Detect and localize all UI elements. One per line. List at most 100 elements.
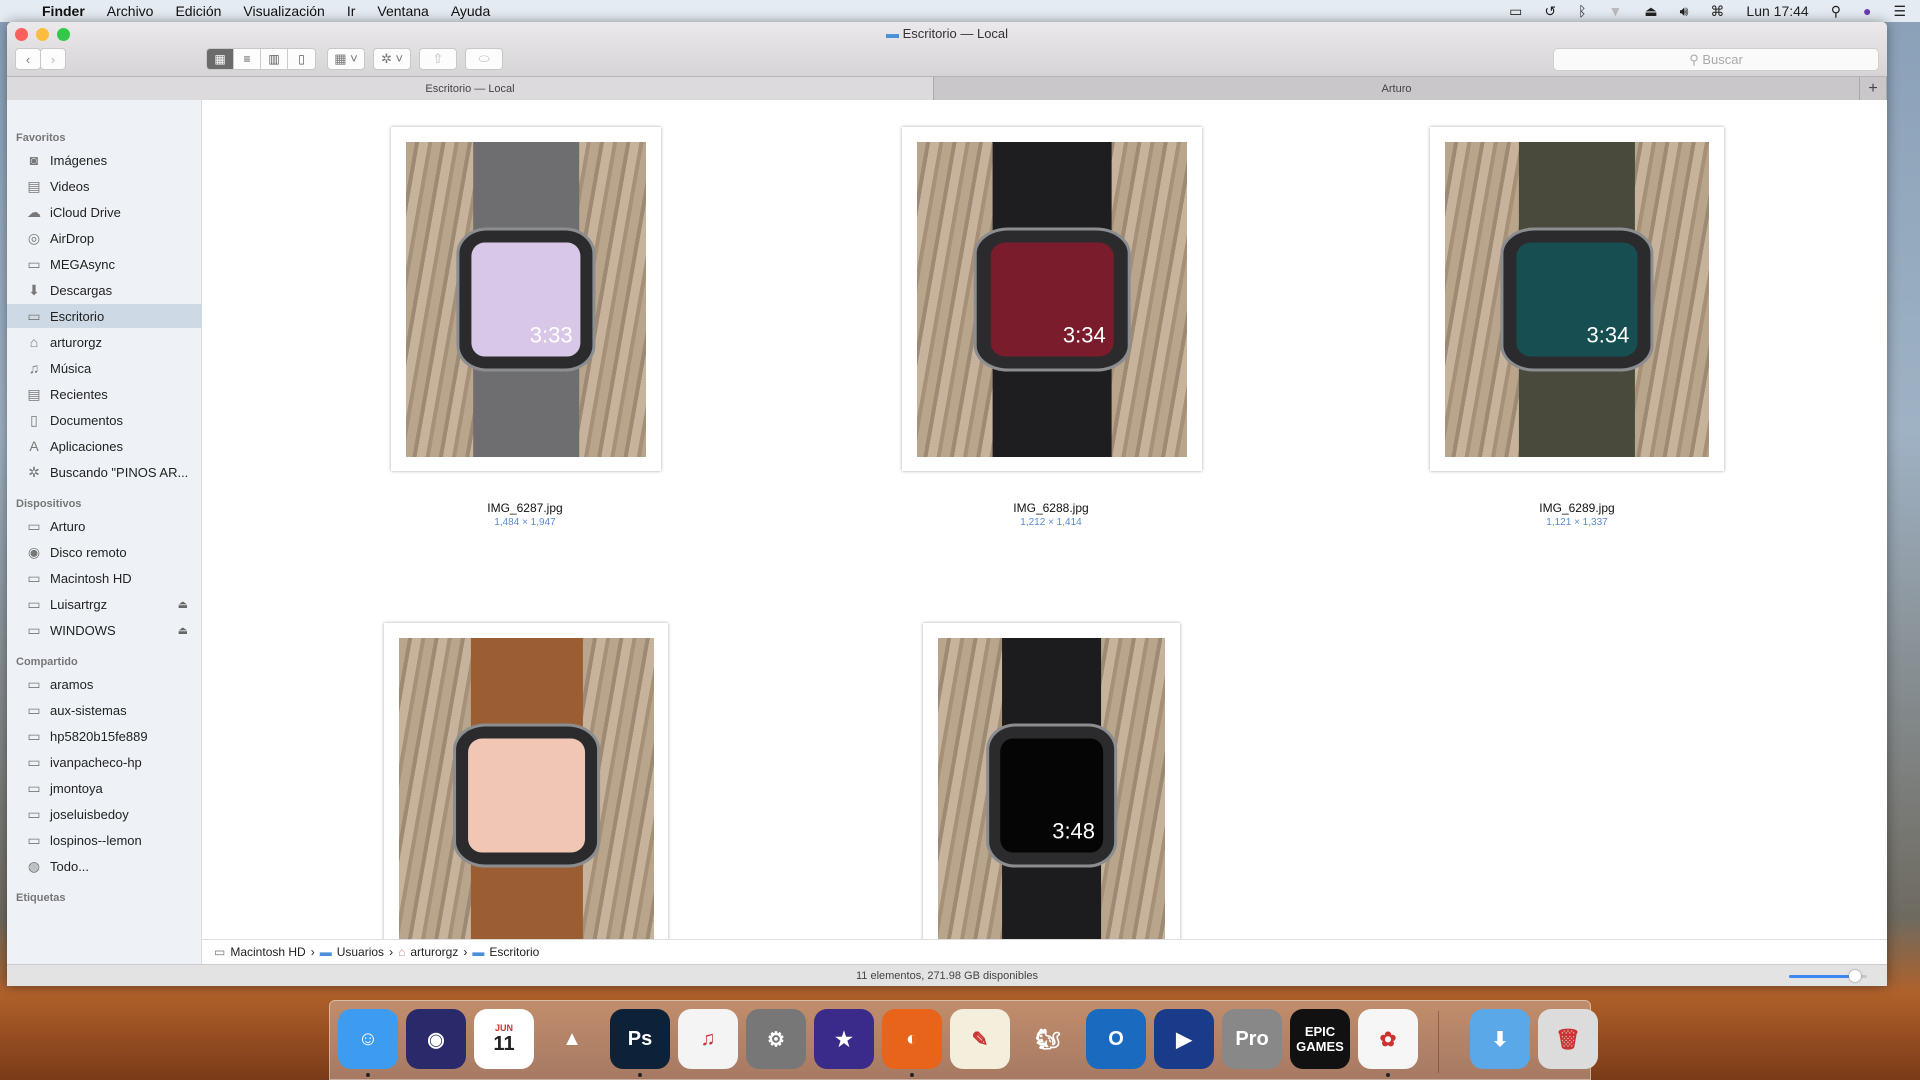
- file-dimensions: 1,212 × 1,414: [1020, 517, 1082, 528]
- home-icon: ⌂: [398, 945, 406, 959]
- dock-vlc[interactable]: ▲: [542, 1009, 602, 1069]
- folder-icon: ▬: [319, 945, 332, 959]
- dock-photoshop[interactable]: Ps: [610, 1009, 670, 1069]
- dock-trash[interactable]: 🗑: [1538, 1009, 1598, 1069]
- sidebar-item-arturorgz[interactable]: ⌂ arturorgz: [7, 330, 202, 354]
- sidebar-item-icloud-drive[interactable]: ☁ iCloud Drive: [7, 200, 202, 224]
- dock-siri[interactable]: ◉: [406, 1009, 466, 1069]
- sidebar-item-aplicaciones[interactable]: A Aplicaciones: [7, 434, 202, 458]
- file-name[interactable]: IMG_6289.jpg: [1427, 501, 1727, 515]
- back-button[interactable]: ‹: [15, 48, 41, 70]
- path-item[interactable]: Escritorio: [489, 945, 539, 959]
- sidebar-item-arturo[interactable]: ▭ Arturo: [7, 514, 202, 538]
- sidebar-item-recientes[interactable]: ▤ Recientes: [7, 382, 202, 406]
- sidebar-section-header: Dispositivos: [16, 498, 82, 510]
- dock-calendar[interactable]: JUN 11: [474, 1009, 534, 1069]
- dock-imovie[interactable]: ★: [814, 1009, 874, 1069]
- sidebar-item-escritorio[interactable]: ▭ Escritorio: [7, 304, 202, 328]
- sidebar-item-lospinos-lemon[interactable]: ▭ lospinos--lemon: [7, 828, 202, 852]
- sidebar-item-aux-sistemas[interactable]: ▭ aux-sistemas: [7, 698, 202, 722]
- sidebar-item-videos[interactable]: ▤ Videos: [7, 174, 202, 198]
- sidebar-item-megasync[interactable]: ▭ MEGAsync: [7, 252, 202, 276]
- disc-icon: ◉: [27, 543, 41, 560]
- sidebar-item-ivanpacheco-hp[interactable]: ▭ ivanpacheco-hp: [7, 750, 202, 774]
- icon-view-icon[interactable]: ▦: [207, 49, 234, 69]
- forward-button[interactable]: ›: [40, 48, 66, 70]
- keyboard-viewer-icon[interactable]: ⌘: [1710, 3, 1724, 20]
- path-item[interactable]: Usuarios: [337, 945, 384, 959]
- eject-icon[interactable]: ⏏: [1644, 3, 1657, 20]
- camera-icon: ◙: [29, 152, 39, 168]
- action-gear-button[interactable]: ✲ ˅: [373, 48, 411, 70]
- sidebar-item-windows[interactable]: ▭ WINDOWS ⏏: [7, 618, 202, 642]
- dock-google-earth-pro[interactable]: Pro: [1222, 1009, 1282, 1069]
- sidebar-item-hp5820b15fe889[interactable]: ▭ hp5820b15fe889: [7, 724, 202, 748]
- menu-ir[interactable]: Ir: [347, 3, 356, 19]
- sidebar-item-airdrop[interactable]: ◎ AirDrop: [7, 226, 202, 250]
- dock-screen-recorder[interactable]: ▶: [1154, 1009, 1214, 1069]
- file-dimensions: 1,121 × 1,337: [1546, 517, 1608, 528]
- new-tab-button[interactable]: +: [1860, 77, 1887, 100]
- tab-arturo[interactable]: Arturo: [934, 77, 1860, 100]
- sidebar-item-im-genes[interactable]: ◙ Imágenes: [7, 148, 202, 172]
- share-button[interactable]: ⇧: [419, 48, 457, 70]
- home-icon: ⌂: [29, 334, 39, 350]
- volume-icon[interactable]: 🔊︎: [1680, 3, 1689, 20]
- dock-squirrel-app[interactable]: 🐿: [1018, 1009, 1078, 1069]
- dock-icon-label: 🗑: [1555, 1028, 1581, 1051]
- wifi-icon[interactable]: ▼: [1608, 3, 1622, 19]
- tag-button[interactable]: ⬭: [465, 48, 503, 70]
- dock-pages[interactable]: ✎: [950, 1009, 1010, 1069]
- gallery-view-icon[interactable]: ▯: [288, 49, 315, 69]
- time-machine-icon[interactable]: ↺: [1544, 3, 1556, 20]
- file-name[interactable]: IMG_6288.jpg: [901, 501, 1201, 515]
- column-view-icon[interactable]: ▥: [261, 49, 288, 69]
- path-item[interactable]: arturorgz: [410, 945, 458, 959]
- sidebar-item-disco-remoto[interactable]: ◉ Disco remoto: [7, 540, 202, 564]
- menu-visualizacion[interactable]: Visualización: [243, 3, 324, 19]
- sidebar-item-aramos[interactable]: ▭ aramos: [7, 672, 202, 696]
- eject-icon[interactable]: ⏏: [178, 598, 188, 611]
- computer-icon: ▭: [27, 753, 41, 770]
- menu-ayuda[interactable]: Ayuda: [451, 3, 490, 19]
- dock-firefox[interactable]: ◐: [882, 1009, 942, 1069]
- watch-time: 3:48: [1052, 818, 1096, 844]
- sidebar-item-luisartrgz[interactable]: ▭ Luisartrgz ⏏: [7, 592, 202, 616]
- bluetooth-icon[interactable]: ᛒ: [1578, 3, 1586, 19]
- sidebar-item-todo-[interactable]: ◍ Todo...: [7, 854, 202, 878]
- menu-app[interactable]: Finder: [42, 3, 85, 19]
- sidebar-item-descargas[interactable]: ⬇ Descargas: [7, 278, 202, 302]
- watch-time: 3:34: [1062, 322, 1106, 348]
- list-view-icon[interactable]: ≡: [234, 49, 261, 69]
- tab-escritorio[interactable]: Escritorio — Local: [7, 77, 934, 100]
- sidebar-item-buscando-pinos-ar-[interactable]: ✲ Buscando "PINOS AR...: [7, 460, 202, 484]
- sidebar-item-joseluisbedoy[interactable]: ▭ joseluisbedoy: [7, 802, 202, 826]
- eject-icon[interactable]: ⏏: [178, 624, 188, 637]
- clock[interactable]: Lun 17:44: [1746, 3, 1808, 19]
- menu-archivo[interactable]: Archivo: [107, 3, 154, 19]
- dock-photos[interactable]: ✿: [1358, 1009, 1418, 1069]
- view-mode-control[interactable]: ▦ ≡ ▥ ▯: [206, 48, 316, 70]
- menu-ventana[interactable]: Ventana: [377, 3, 428, 19]
- dock-finder[interactable]: ☺: [338, 1009, 398, 1069]
- siri-icon[interactable]: ●: [1863, 3, 1871, 19]
- dock-itunes[interactable]: ♫: [678, 1009, 738, 1069]
- search-input[interactable]: ⚲ Buscar: [1553, 48, 1879, 71]
- arrange-button[interactable]: ▦ ˅: [327, 48, 365, 70]
- menu-edicion[interactable]: Edición: [175, 3, 221, 19]
- file-name[interactable]: IMG_6287.jpg: [375, 501, 675, 515]
- sidebar-item-m-sica[interactable]: ♫ Música: [7, 356, 202, 380]
- dock-downloads-folder[interactable]: ⬇: [1470, 1009, 1530, 1069]
- dock-epic-games[interactable]: EPIC GAMES: [1290, 1009, 1350, 1069]
- spotlight-icon[interactable]: ⚲: [1831, 3, 1841, 20]
- sidebar-item-documentos[interactable]: ▯ Documentos: [7, 408, 202, 432]
- sidebar-item-macintosh-hd[interactable]: ▭ Macintosh HD: [7, 566, 202, 590]
- icon-size-slider[interactable]: [1789, 970, 1867, 982]
- airplay-icon[interactable]: ▭: [1509, 3, 1522, 20]
- notification-center-icon[interactable]: ☰: [1893, 3, 1906, 20]
- path-item[interactable]: Macintosh HD: [230, 945, 305, 959]
- dock-outlook[interactable]: O: [1086, 1009, 1146, 1069]
- sidebar-item-jmontoya[interactable]: ▭ jmontoya: [7, 776, 202, 800]
- dock-system-preferences[interactable]: ⚙: [746, 1009, 806, 1069]
- dock-icon-label: EPIC GAMES: [1296, 1024, 1344, 1054]
